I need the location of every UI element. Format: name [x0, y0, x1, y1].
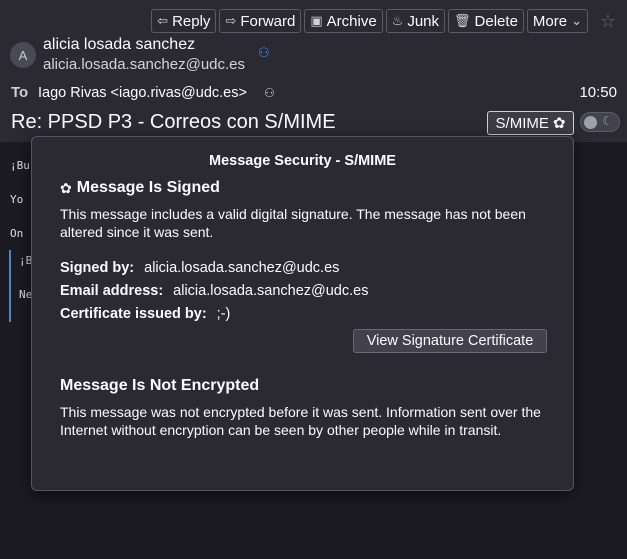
quote-bar: [9, 250, 11, 322]
chevron-down-icon: ⌄: [571, 13, 582, 28]
signed-by-value: alicia.losada.sanchez@udc.es: [144, 260, 340, 276]
encrypted-description: This message was not encrypted before it…: [60, 404, 541, 438]
body-line: ¡Bu: [10, 159, 30, 172]
archive-box-icon: ▣: [310, 13, 323, 28]
signed-by-label: Signed by:: [60, 260, 135, 276]
signed-by-row: Signed by: alicia.losada.sanchez@udc.es: [60, 260, 339, 276]
delete-button[interactable]: 🗑 Delete: [448, 9, 524, 33]
message-toolbar: ⇦ Reply ⇨ Forward ▣ Archive ♨ Junk 🗑 Del…: [151, 9, 619, 33]
trash-icon: 🗑: [454, 13, 471, 28]
issuer-label: Certificate issued by:: [60, 306, 207, 322]
forward-arrow-icon: ⇨: [225, 13, 237, 28]
to-label: To: [11, 84, 29, 101]
message-header: ⇦ Reply ⇨ Forward ▣ Archive ♨ Junk 🗑 Del…: [0, 0, 627, 142]
rosette-icon: ⚇: [264, 86, 275, 100]
email-value: alicia.losada.sanchez@udc.es: [173, 283, 369, 299]
rosette-icon: ✿: [60, 179, 72, 196]
more-button[interactable]: More ⌄: [526, 9, 588, 33]
rosette-icon: ✿: [552, 115, 566, 132]
reply-arrow-icon: ⇦: [157, 13, 169, 28]
star-icon[interactable]: ☆: [597, 9, 619, 33]
message-security-popup: Message Security - S/MIME ✿ Message Is S…: [31, 136, 574, 491]
signed-description: This message includes a valid digital si…: [60, 206, 526, 240]
contact-icon[interactable]: ⚇: [258, 45, 272, 60]
dark-mode-toggle[interactable]: ☾: [580, 112, 620, 132]
email-row: Email address: alicia.losada.sanchez@udc.…: [60, 283, 368, 299]
recipient[interactable]: Iago Rivas <iago.rivas@udc.es>: [38, 85, 247, 101]
view-signature-certificate-button[interactable]: View Signature Certificate: [353, 329, 547, 353]
issuer-value: ;-): [216, 306, 231, 322]
email-label: Email address:: [60, 283, 164, 299]
body-line: On: [10, 227, 24, 240]
issuer-row: Certificate issued by: ;-): [60, 306, 230, 322]
toggle-knob: [584, 116, 597, 129]
forward-button[interactable]: ⇨ Forward: [219, 9, 302, 33]
flame-icon: ♨: [391, 13, 404, 28]
moon-icon: ☾: [602, 114, 613, 128]
signed-heading: ✿ Message Is Signed: [60, 179, 220, 196]
junk-button[interactable]: ♨ Junk: [385, 9, 446, 33]
archive-button[interactable]: ▣ Archive: [304, 9, 383, 33]
reply-button[interactable]: ⇦ Reply: [151, 9, 217, 33]
popup-title: Message Security - S/MIME: [209, 153, 396, 169]
body-line: Yo: [10, 193, 24, 206]
avatar: A: [10, 42, 36, 68]
sender-address[interactable]: alicia.losada.sanchez@udc.es: [43, 56, 245, 73]
encrypted-heading: Message Is Not Encrypted: [60, 377, 260, 394]
message-time: 10:50: [579, 84, 617, 101]
sender-name[interactable]: alicia losada sanchez: [43, 36, 195, 54]
message-subject: Re: PPSD P3 - Correos con S/MIME: [11, 111, 336, 133]
smime-button[interactable]: S/MIME ✿: [487, 111, 574, 135]
